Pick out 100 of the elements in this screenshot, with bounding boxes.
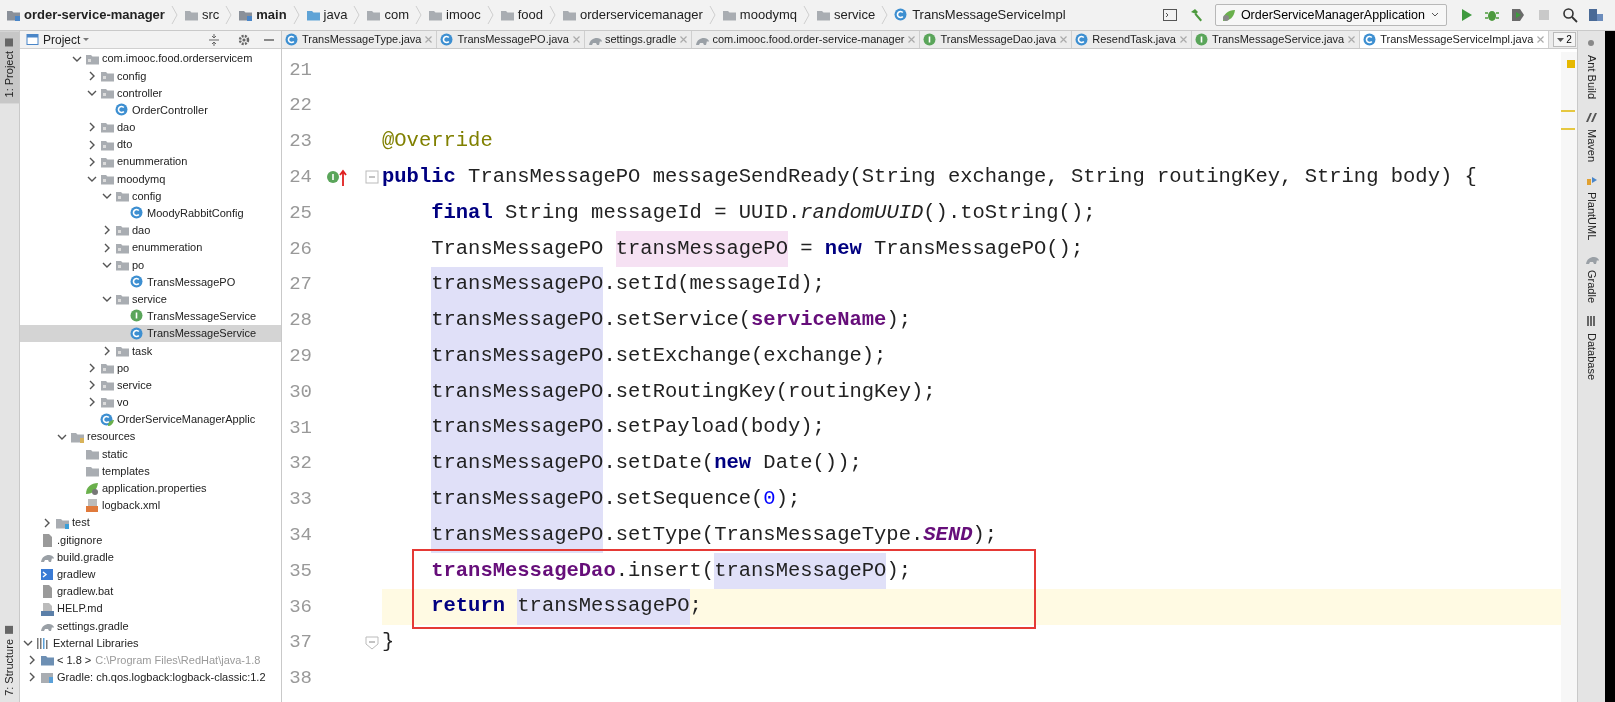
tree-item[interactable]: settings.gradle xyxy=(20,617,281,635)
layout-icon[interactable] xyxy=(1161,7,1178,23)
settings-icon[interactable] xyxy=(237,32,251,47)
chevron-icon xyxy=(170,5,178,25)
highlighted-identifier: transMessagePO xyxy=(431,302,604,339)
editor-tab[interactable]: TransMessageType.java xyxy=(282,31,438,48)
tree-item[interactable]: task xyxy=(20,342,281,360)
tree-item[interactable]: Gradle: ch.qos.logback:logback-classic:1.2 xyxy=(20,668,281,686)
tool-window-button[interactable]: 7: Structure xyxy=(0,619,19,702)
tree-item[interactable]: enummeration xyxy=(20,153,281,171)
tree-item[interactable]: com.imooc.food.orderservicem xyxy=(20,50,281,68)
breadcrumb[interactable]: orderservicemanager xyxy=(562,5,703,25)
tool-window-button[interactable]: Ant Build xyxy=(1578,31,1605,106)
tree-item[interactable]: resources xyxy=(20,428,281,446)
tree-item[interactable]: logback.xml xyxy=(20,496,281,515)
tree-item[interactable]: service xyxy=(20,376,281,394)
tree-item[interactable]: gradlew.bat xyxy=(20,582,281,600)
tool-window-button[interactable]: Gradle xyxy=(1578,246,1605,310)
tree-item[interactable]: moodymq xyxy=(20,170,281,188)
breadcrumb[interactable]: order-service-manager xyxy=(6,5,165,25)
tool-window-button[interactable]: PlantUML xyxy=(1578,168,1605,247)
xml-file-icon xyxy=(85,498,99,513)
class-icon xyxy=(1075,32,1090,47)
panel-title-dropdown[interactable]: Project xyxy=(43,31,81,49)
line-number: 36 xyxy=(288,594,312,620)
breadcrumb[interactable]: imooc xyxy=(428,5,481,25)
interface-icon xyxy=(923,32,938,47)
tree-item[interactable]: po xyxy=(20,256,281,274)
editor-tab[interactable]: TransMessageServiceImpl.java xyxy=(1360,31,1550,48)
editor-tab[interactable]: ResendTask.java xyxy=(1072,31,1192,48)
tree-item[interactable]: .gitignore xyxy=(20,531,281,549)
project-structure-icon[interactable] xyxy=(1588,7,1604,23)
code-token: ); xyxy=(775,486,801,513)
code-token: transMessageDao xyxy=(431,557,616,584)
tree-item[interactable]: gradlew xyxy=(20,565,281,583)
code-token: ); xyxy=(972,521,998,548)
tree-item[interactable]: test xyxy=(20,514,281,532)
breadcrumb[interactable]: food xyxy=(499,5,543,25)
tree-item[interactable]: controller xyxy=(20,84,281,102)
implements-icon[interactable] xyxy=(326,167,348,188)
chevron-icon xyxy=(802,5,810,25)
chevron-icon xyxy=(486,5,494,25)
code-token: serviceName xyxy=(751,307,887,334)
breadcrumb[interactable]: TransMessageServiceImpl xyxy=(894,5,1066,25)
tree-item[interactable]: dao xyxy=(20,118,281,136)
tree-item[interactable]: enummeration xyxy=(20,239,281,257)
tree-item[interactable]: TransMessageService xyxy=(20,307,281,325)
tool-window-button[interactable]: Database xyxy=(1578,309,1605,387)
editor-tab[interactable]: settings.gradle xyxy=(584,31,693,48)
tree-item[interactable]: TransMessageService xyxy=(20,325,281,343)
breadcrumb[interactable]: com xyxy=(366,5,409,25)
coverage-icon[interactable] xyxy=(1510,7,1526,23)
class-icon xyxy=(130,326,144,341)
collapse-icon[interactable] xyxy=(207,32,221,47)
tree-item[interactable]: config xyxy=(20,187,281,205)
tree-item[interactable]: OrderServiceManagerApplic xyxy=(20,410,281,429)
tree-item[interactable]: MoodyRabbitConfig xyxy=(20,204,281,222)
highlighted-identifier: transMessagePO xyxy=(431,445,604,482)
code-token: new xyxy=(824,235,862,262)
tree-item[interactable]: build.gradle xyxy=(20,548,281,566)
tree-item[interactable]: templates xyxy=(20,462,281,480)
code-token: TransMessagePO messageSendReady(String exchange, String routingKey, String body) { xyxy=(467,163,1477,190)
tree-item[interactable]: service xyxy=(20,290,281,308)
tree-item[interactable]: po xyxy=(20,359,281,377)
search-icon[interactable] xyxy=(1562,7,1578,23)
tab-overflow-button[interactable]: 2 xyxy=(1553,32,1576,47)
breadcrumb[interactable]: moodymq xyxy=(721,5,797,25)
file-icon xyxy=(40,532,54,547)
breadcrumb[interactable]: service xyxy=(815,5,876,25)
line-number: 38 xyxy=(288,666,312,692)
tree-item[interactable]: config xyxy=(20,67,281,85)
tool-window-button[interactable]: Maven xyxy=(1578,105,1605,169)
tree-item[interactable]: TransMessagePO xyxy=(20,273,281,291)
tree-item[interactable]: dao xyxy=(20,221,281,240)
tree-item[interactable]: < 1.8 > C:\Program Files\RedHat\java-1.8 xyxy=(20,651,281,669)
highlighted-identifier: transMessagePO xyxy=(431,517,604,554)
code-token: @Override xyxy=(382,128,493,155)
editor-tab[interactable]: TransMessagePO.java xyxy=(437,31,585,48)
tree-item[interactable]: External Libraries xyxy=(20,634,281,652)
chevron-icon xyxy=(225,5,233,25)
chevron-icon xyxy=(881,5,889,25)
tree-item[interactable]: static xyxy=(20,445,281,463)
tree-item[interactable]: vo xyxy=(20,393,281,411)
breadcrumb[interactable]: main xyxy=(238,5,287,25)
tree-item[interactable]: application.properties xyxy=(20,479,281,497)
editor-tab[interactable]: com.imooc.food.order-service-manager xyxy=(692,31,921,48)
editor-tab[interactable]: TransMessageDao.java xyxy=(920,31,1073,48)
highlighted-identifier: transMessagePO xyxy=(615,231,788,267)
breadcrumb[interactable]: java xyxy=(305,5,348,25)
tree-item[interactable]: HELP.md xyxy=(20,600,281,618)
code-token: TransMessagePO xyxy=(431,235,605,262)
tree-item[interactable]: OrderController xyxy=(20,101,281,119)
breadcrumb[interactable]: src xyxy=(183,5,220,25)
code-token: final xyxy=(431,199,493,226)
code-token: Date()); xyxy=(762,450,862,477)
library-icon xyxy=(40,670,54,685)
code-token: .insert( xyxy=(615,557,715,584)
run-configuration-dropdown[interactable]: OrderServiceManagerApplication xyxy=(1214,3,1447,27)
tree-item[interactable]: dto xyxy=(20,135,281,154)
tool-window-button[interactable]: 1: Project xyxy=(0,31,19,104)
